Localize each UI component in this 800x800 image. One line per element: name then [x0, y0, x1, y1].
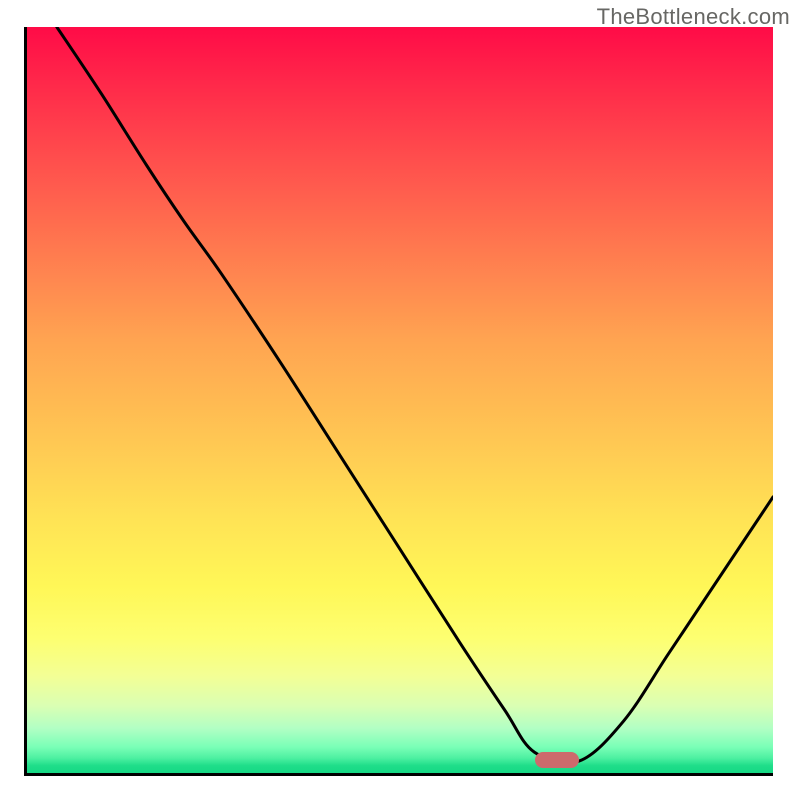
optimal-marker — [535, 752, 579, 768]
x-axis-line — [27, 773, 773, 776]
plot-area — [27, 27, 773, 773]
curve-layer — [27, 27, 773, 773]
chart-container: TheBottleneck.com — [0, 0, 800, 800]
bottleneck-curve — [57, 27, 773, 763]
